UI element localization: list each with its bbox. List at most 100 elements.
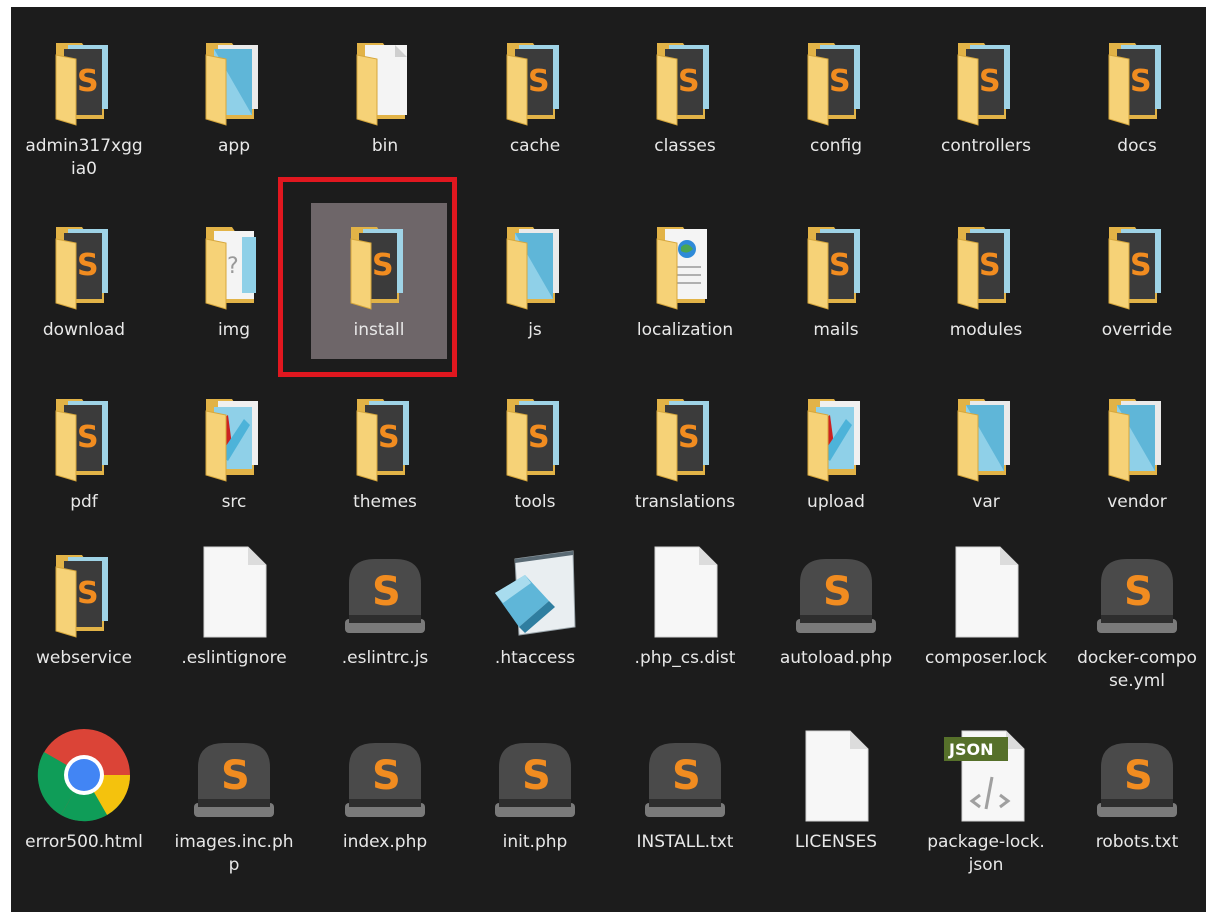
folder-docs-icon	[184, 29, 284, 129]
file-item[interactable]: S config	[771, 19, 901, 189]
svg-text:S: S	[221, 753, 250, 799]
folder-sublime-icon: S	[485, 29, 585, 129]
file-item-label: index.php	[342, 832, 428, 852]
folder-unknown-icon: ?	[184, 213, 284, 313]
folder-sublime-icon: S	[936, 213, 1036, 313]
file-item[interactable]: S INSTALL.txt	[620, 715, 750, 885]
file-item-label: upload	[807, 492, 865, 512]
file-item[interactable]: JSON package-lock.json	[921, 715, 1051, 885]
svg-text:S: S	[672, 753, 701, 799]
svg-text:S: S	[979, 64, 1001, 99]
folder-sublime-icon: S	[335, 385, 435, 485]
file-item-label: var	[972, 492, 1000, 512]
file-item-label: controllers	[941, 136, 1031, 156]
file-item-label: .php_cs.dist	[634, 648, 736, 668]
svg-text:S: S	[1124, 753, 1153, 799]
file-item[interactable]: .htaccess	[470, 531, 600, 701]
file-item[interactable]: localization	[620, 203, 750, 373]
file-item[interactable]: vendor	[1072, 375, 1202, 545]
file-item[interactable]: S controllers	[921, 19, 1051, 189]
annotation-highlight-box	[278, 177, 457, 377]
svg-text:?: ?	[227, 254, 239, 279]
file-item-label: override	[1101, 320, 1173, 340]
sublime-file-icon: S	[184, 725, 284, 825]
file-item[interactable]: S modules	[921, 203, 1051, 373]
svg-text:S: S	[372, 753, 401, 799]
file-item[interactable]: .eslintignore	[169, 531, 299, 701]
file-item[interactable]: error500.html	[19, 715, 149, 885]
folder-sublime-icon: S	[485, 385, 585, 485]
file-item-label: admin317xggia0	[25, 136, 143, 179]
sublime-file-icon: S	[335, 725, 435, 825]
file-item-label: .eslintrc.js	[341, 648, 429, 668]
folder-docs-icon	[485, 213, 585, 313]
file-item-label: app	[218, 136, 250, 156]
svg-text:S: S	[823, 569, 852, 615]
json-file-icon: JSON	[936, 725, 1036, 825]
file-item-label: localization	[636, 320, 734, 340]
folder-sublime-icon: S	[34, 385, 134, 485]
sublime-file-icon: S	[786, 541, 886, 641]
file-item[interactable]: S webservice	[19, 531, 149, 701]
folder-sublime-icon: S	[34, 213, 134, 313]
file-item[interactable]: S autoload.php	[771, 531, 901, 701]
sublime-file-icon: S	[1087, 541, 1187, 641]
file-item[interactable]: S .eslintrc.js	[320, 531, 450, 701]
folder-sublime-icon: S	[34, 29, 134, 129]
file-item-label: .htaccess	[494, 648, 576, 668]
file-item[interactable]: composer.lock	[921, 531, 1051, 701]
file-item-label: autoload.php	[779, 648, 893, 668]
svg-text:S: S	[77, 576, 99, 611]
file-item-label: package-lock.json	[927, 832, 1045, 875]
chrome-icon	[34, 725, 134, 825]
sublime-file-icon: S	[485, 725, 585, 825]
folder-sublime-icon: S	[1087, 29, 1187, 129]
svg-text:S: S	[678, 64, 700, 99]
folder-docs-icon	[936, 385, 1036, 485]
file-item[interactable]: S classes	[620, 19, 750, 189]
file-item[interactable]: bin	[320, 19, 450, 189]
svg-text:S: S	[77, 64, 99, 99]
file-item[interactable]: .php_cs.dist	[620, 531, 750, 701]
file-item[interactable]: S init.php	[470, 715, 600, 885]
file-item-label: error500.html	[25, 832, 143, 852]
file-item[interactable]: src	[169, 375, 299, 545]
file-item-label: INSTALL.txt	[636, 832, 734, 852]
file-item[interactable]: upload	[771, 375, 901, 545]
svg-text:S: S	[678, 420, 700, 455]
file-item[interactable]: S docs	[1072, 19, 1202, 189]
file-item[interactable]: S docker-compose.yml	[1072, 531, 1202, 701]
file-item[interactable]: S mails	[771, 203, 901, 373]
file-item[interactable]: S cache	[470, 19, 600, 189]
file-item-label: vendor	[1107, 492, 1167, 512]
file-item-label: webservice	[35, 648, 133, 668]
file-item-label: robots.txt	[1095, 832, 1179, 852]
file-item[interactable]: S index.php	[320, 715, 450, 885]
notepad-icon	[485, 541, 585, 641]
file-item[interactable]: LICENSES	[771, 715, 901, 885]
file-item[interactable]: S translations	[620, 375, 750, 545]
svg-text:S: S	[372, 569, 401, 615]
folder-sublime-icon: S	[635, 29, 735, 129]
file-item-label: tools	[514, 492, 556, 512]
file-item[interactable]: app	[169, 19, 299, 189]
file-item[interactable]: S override	[1072, 203, 1202, 373]
svg-text:JSON: JSON	[948, 740, 993, 759]
svg-text:S: S	[522, 753, 551, 799]
file-item-label: cache	[509, 136, 561, 156]
file-item[interactable]: js	[470, 203, 600, 373]
file-item[interactable]: S admin317xggia0	[19, 19, 149, 189]
file-item-label: bin	[371, 136, 399, 156]
file-item-label: mails	[813, 320, 859, 340]
file-item-label: images.inc.php	[174, 832, 294, 875]
folder-sublime-icon: S	[34, 541, 134, 641]
file-item[interactable]: S images.inc.php	[169, 715, 299, 885]
file-item[interactable]: S download	[19, 203, 149, 373]
file-item[interactable]: S themes	[320, 375, 450, 545]
svg-text:S: S	[1130, 64, 1152, 99]
file-item[interactable]: var	[921, 375, 1051, 545]
file-item[interactable]: S tools	[470, 375, 600, 545]
file-item[interactable]: S robots.txt	[1072, 715, 1202, 885]
folder-image-icon	[184, 385, 284, 485]
file-item[interactable]: S pdf	[19, 375, 149, 545]
